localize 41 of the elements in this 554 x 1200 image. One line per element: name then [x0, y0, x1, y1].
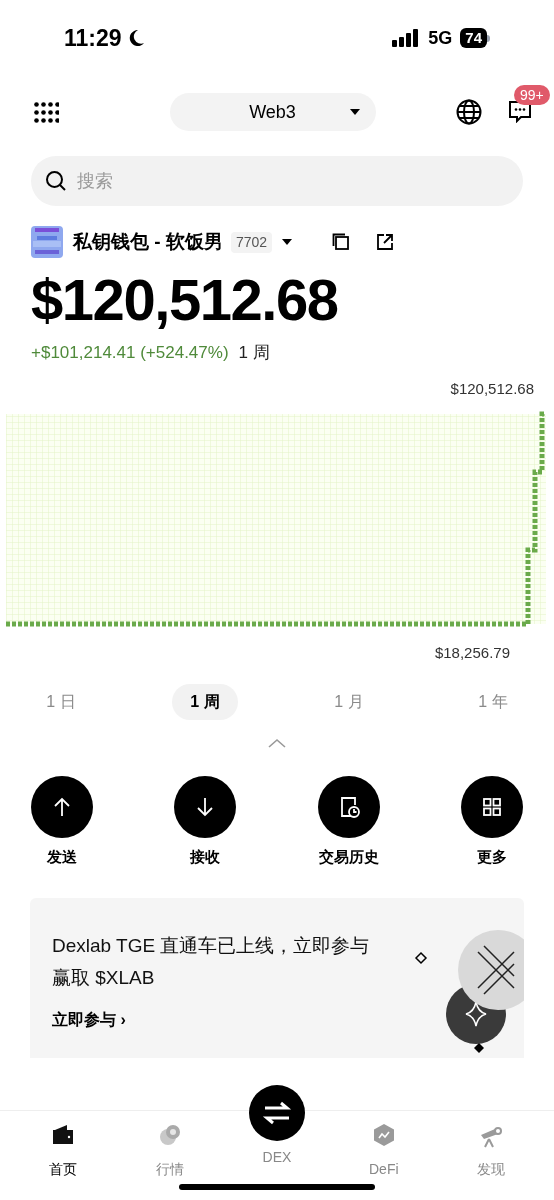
network-label: 5G: [428, 26, 453, 50]
status-time: 11:29: [64, 23, 122, 53]
banner-text: Dexlab TGE 直通车已上线，立即参与赢取 $XLAB: [52, 934, 371, 990]
battery-level: 74: [460, 28, 487, 48]
tab-bar-item[interactable]: 首页: [23, 1111, 104, 1180]
tab-bar-item[interactable]: DeFi: [343, 1111, 424, 1180]
globe-icon[interactable]: [456, 99, 482, 125]
action-label: 接收: [190, 846, 221, 867]
notification-badge: 99+: [514, 85, 550, 105]
caret-icon[interactable]: [282, 239, 293, 245]
banner-link[interactable]: 立即参与 ›: [52, 1008, 126, 1032]
tab-bar-item[interactable]: DEX: [237, 1085, 317, 1168]
external-link-icon[interactable]: [376, 233, 395, 251]
promo-banner[interactable]: Dexlab TGE 直通车已上线，立即参与赢取 $XLAB 立即参与 ›: [30, 898, 524, 1058]
range-tab[interactable]: 1 月: [316, 683, 382, 720]
caret-icon: [349, 109, 360, 115]
action-label: 发送: [47, 846, 77, 867]
message-icon[interactable]: [508, 99, 532, 123]
wallet-name[interactable]: 私钥钱包 - 软饭男: [73, 227, 223, 257]
network-switcher[interactable]: Web3: [169, 93, 376, 131]
range-tab[interactable]: 1 年: [460, 683, 526, 720]
collapse-chevron-icon[interactable]: [267, 737, 287, 748]
chart-max-label: $120,512.68: [450, 378, 534, 399]
swap-icon: [262, 1100, 292, 1126]
tab-bar-item[interactable]: 行情: [130, 1111, 211, 1180]
balance-change: +$101,214.41 (+524.47%): [31, 342, 229, 364]
balance-amount: $120,512.68: [30, 266, 339, 334]
wallet-tag: 7702: [230, 231, 273, 253]
period-label: 1 周: [238, 342, 270, 364]
copy-icon[interactable]: [332, 233, 351, 251]
chart-min-label: $18,256.79: [434, 642, 510, 663]
range-tab[interactable]: 1 周: [172, 683, 238, 720]
range-tab[interactable]: 1 日: [28, 683, 94, 720]
wallet-avatar-icon: [31, 226, 63, 258]
search-field[interactable]: 搜索: [31, 156, 523, 206]
search-icon: [45, 170, 67, 192]
action-label: 交易历史: [318, 846, 379, 867]
action-label: 更多: [477, 846, 507, 867]
apps-grid-icon[interactable]: [34, 101, 59, 123]
tab-bar-item[interactable]: 发现: [450, 1111, 531, 1180]
signal-icon: [392, 29, 421, 47]
